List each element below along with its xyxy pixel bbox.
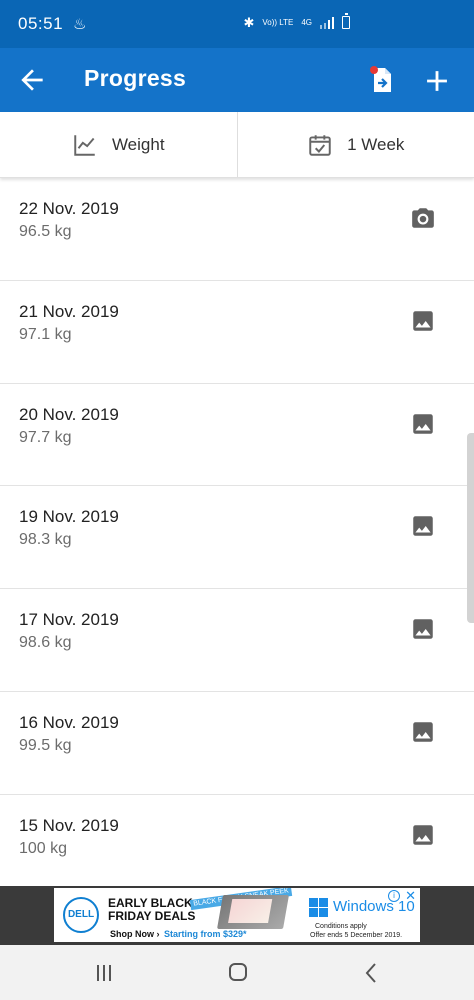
entry-weight: 97.1 kg — [19, 325, 72, 343]
image-icon[interactable] — [410, 513, 436, 539]
list-item[interactable]: 22 Nov. 2019 96.5 kg — [0, 178, 474, 281]
image-icon[interactable] — [410, 616, 436, 642]
volte-indicator: Vo)) LTE — [262, 17, 294, 27]
metric-label: Weight — [111, 134, 165, 154]
ad-headline: EARLY BLACK FRIDAY DEALS — [108, 896, 196, 923]
battery-icon — [342, 13, 350, 29]
shop-now-link[interactable]: Shop Now › — [110, 929, 160, 939]
entry-date: 15 Nov. 2019 — [19, 815, 119, 835]
app-bar: Progress — [0, 48, 474, 112]
image-icon[interactable] — [410, 719, 436, 745]
entry-date: 19 Nov. 2019 — [19, 507, 119, 527]
home-icon[interactable] — [226, 962, 250, 984]
page-title: Progress — [84, 65, 187, 91]
ad-offer-ends: Offer ends 5 December 2019. — [310, 932, 403, 939]
image-icon[interactable] — [410, 308, 436, 334]
entry-weight: 99.5 kg — [19, 736, 72, 754]
list-item[interactable]: 19 Nov. 2019 98.3 kg — [0, 486, 474, 590]
status-indicators: ✱ Vo)) LTE 4G — [243, 13, 350, 30]
list-item[interactable]: 16 Nov. 2019 99.5 kg — [0, 692, 474, 795]
ad-banner[interactable]: DELL EARLY BLACK FRIDAY DEALS BLACK FRID… — [54, 888, 420, 942]
entry-weight: 97.7 kg — [19, 428, 72, 446]
list-item[interactable]: 20 Nov. 2019 97.7 kg — [0, 384, 474, 487]
entry-weight: 96.5 kg — [19, 223, 72, 240]
export-document-icon[interactable] — [366, 64, 398, 96]
filter-bar: Weight 1 Week — [0, 112, 474, 178]
status-time: 05:51 — [18, 14, 64, 33]
entry-weight: 98.6 kg — [19, 634, 72, 652]
ad-container: DELL EARLY BLACK FRIDAY DEALS BLACK FRID… — [0, 886, 474, 945]
line-chart-icon — [74, 134, 95, 156]
arrow-back-icon[interactable] — [16, 64, 48, 96]
ad-price: Starting from $329* — [164, 929, 247, 939]
entry-weight: 98.3 kg — [19, 531, 72, 549]
system-nav-bar — [0, 945, 474, 1000]
ad-close-icon[interactable]: ✕ — [405, 888, 416, 904]
system-back-icon[interactable] — [360, 962, 384, 984]
image-icon[interactable] — [410, 822, 436, 848]
image-icon[interactable] — [410, 411, 436, 437]
plus-icon[interactable] — [420, 64, 454, 98]
metric-selector-weight[interactable]: Weight — [0, 112, 237, 177]
windows-label: Windows 10 — [333, 898, 415, 915]
period-label: 1 Week — [347, 134, 405, 154]
entry-weight: 100 kg — [19, 839, 68, 857]
status-bar: 05:51 ♨ ✱ Vo)) LTE 4G — [0, 0, 474, 48]
entry-date: 21 Nov. 2019 — [19, 301, 119, 321]
dell-logo: DELL — [63, 897, 99, 933]
entry-date: 17 Nov. 2019 — [19, 610, 119, 630]
notification-badge — [370, 66, 378, 74]
entry-date: 20 Nov. 2019 — [19, 404, 119, 424]
list-item[interactable]: 21 Nov. 2019 97.1 kg — [0, 281, 474, 384]
list-item[interactable]: 15 Nov. 2019 100 kg — [0, 795, 474, 898]
scrollbar[interactable] — [467, 433, 474, 623]
windows-logo-icon — [309, 898, 328, 917]
entry-date: 22 Nov. 2019 — [19, 199, 119, 218]
laptop-image — [217, 895, 289, 929]
ad-conditions: Conditions apply — [315, 923, 367, 930]
signal-icon — [320, 16, 334, 29]
camera-icon[interactable] — [410, 205, 436, 231]
calendar-check-icon — [309, 134, 331, 156]
period-selector-1-week[interactable]: 1 Week — [236, 112, 474, 177]
notification-icon: ♨ — [73, 16, 87, 33]
recents-icon[interactable] — [92, 962, 116, 984]
bluetooth-icon: ✱ — [243, 15, 255, 30]
ad-info-icon[interactable]: i — [388, 890, 400, 902]
list-item[interactable]: 17 Nov. 2019 98.6 kg — [0, 589, 474, 692]
progress-list: 22 Nov. 2019 96.5 kg 21 Nov. 2019 97.1 k… — [0, 178, 474, 898]
entry-date: 16 Nov. 2019 — [19, 712, 119, 732]
network-type-indicator: 4G — [301, 17, 312, 27]
